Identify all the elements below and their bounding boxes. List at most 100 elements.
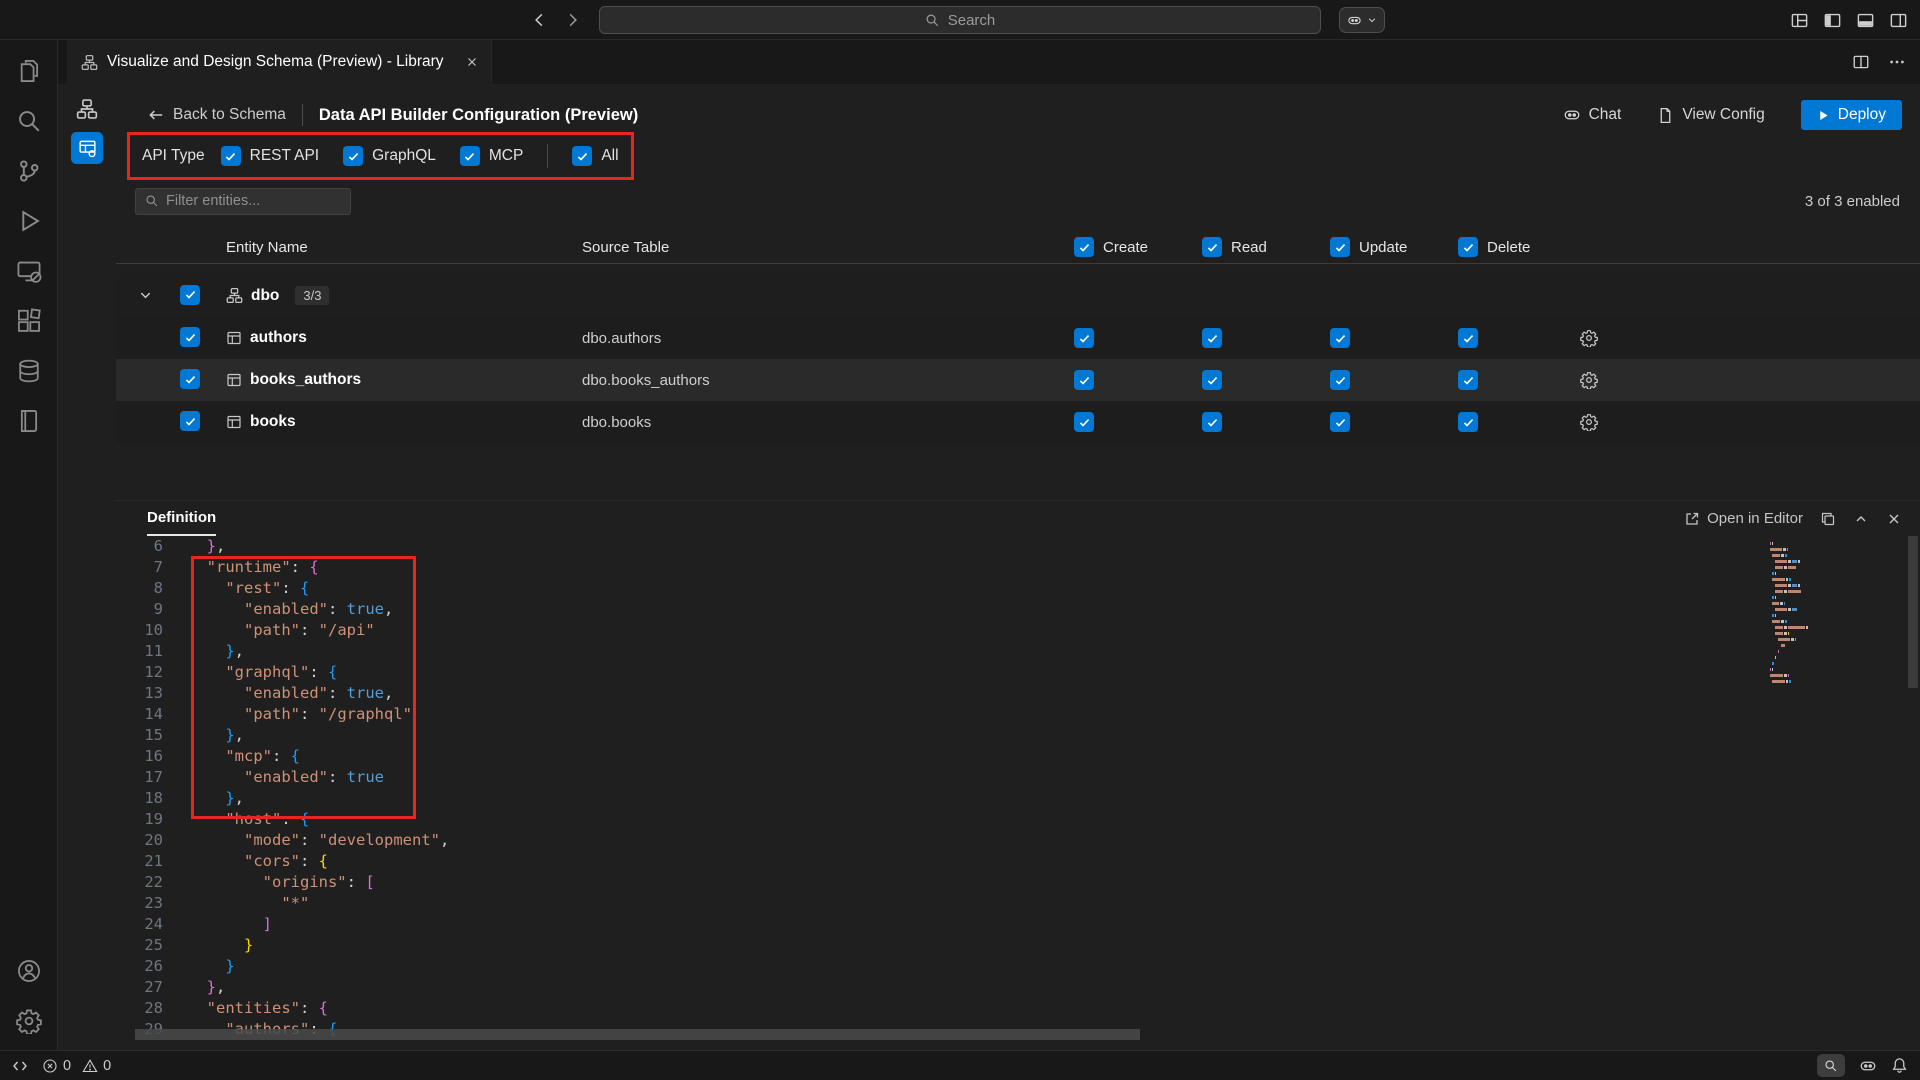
code-line[interactable]: 21 "cors": {: [116, 851, 1920, 872]
code-line[interactable]: 27 },: [116, 977, 1920, 998]
remote-indicator-icon[interactable]: [12, 1058, 28, 1074]
view-config-button[interactable]: View Config: [1657, 106, 1764, 124]
code-line[interactable]: 13 "enabled": true,: [116, 683, 1920, 704]
minimap[interactable]: [1766, 542, 1896, 686]
code-line[interactable]: 10 "path": "/api": [116, 620, 1920, 641]
dab-config-nav-active[interactable]: [71, 132, 103, 164]
back-to-schema-button[interactable]: Back to Schema: [147, 106, 286, 124]
code-line[interactable]: 23 "*": [116, 893, 1920, 914]
api-type-option[interactable]: GraphQL: [343, 146, 436, 166]
copilot-menu-button[interactable]: [1339, 7, 1385, 33]
perm-checkbox[interactable]: [1202, 370, 1222, 390]
open-in-editor-button[interactable]: Open in Editor: [1684, 510, 1803, 527]
row-settings-gear-icon[interactable]: [1568, 329, 1920, 347]
code-line[interactable]: 17 "enabled": true: [116, 767, 1920, 788]
schema-visualize-nav-icon[interactable]: [76, 98, 98, 120]
code-line[interactable]: 28 "entities": {: [116, 998, 1920, 1019]
perm-checkbox[interactable]: [1330, 328, 1350, 348]
perm-checkbox[interactable]: [1458, 412, 1478, 432]
group-checkbox[interactable]: [180, 285, 200, 305]
perm-header-checkbox[interactable]: [1202, 237, 1222, 257]
perm-header-checkbox[interactable]: [1074, 237, 1094, 257]
tab-visualize-schema[interactable]: Visualize and Design Schema (Preview) - …: [67, 40, 492, 84]
more-actions-icon[interactable]: [1888, 53, 1906, 71]
deploy-button[interactable]: Deploy: [1801, 100, 1902, 130]
code-line[interactable]: 18 },: [116, 788, 1920, 809]
code-line[interactable]: 15 },: [116, 725, 1920, 746]
row-settings-gear-icon[interactable]: [1568, 413, 1920, 431]
toggle-sidebar-right-icon[interactable]: [1889, 11, 1908, 30]
code-line[interactable]: 9 "enabled": true,: [116, 599, 1920, 620]
split-editor-icon[interactable]: [1852, 53, 1870, 71]
api-type-checkbox[interactable]: [572, 146, 592, 166]
database-icon[interactable]: [5, 346, 53, 396]
api-type-checkbox[interactable]: [460, 146, 480, 166]
accounts-icon[interactable]: [5, 946, 53, 996]
collapse-panel-icon[interactable]: [1853, 511, 1869, 527]
row-settings-gear-icon[interactable]: [1568, 371, 1920, 389]
settings-gear-icon[interactable]: [5, 996, 53, 1046]
toggle-panel-icon[interactable]: [1856, 11, 1875, 30]
code-line[interactable]: 20 "mode": "development",: [116, 830, 1920, 851]
entity-checkbox[interactable]: [180, 327, 200, 347]
code-line[interactable]: 25 }: [116, 935, 1920, 956]
zoom-status-button[interactable]: [1817, 1054, 1845, 1077]
extensions-icon[interactable]: [5, 296, 53, 346]
perm-checkbox[interactable]: [1458, 328, 1478, 348]
perm-checkbox[interactable]: [1074, 328, 1094, 348]
code-line[interactable]: 12 "graphql": {: [116, 662, 1920, 683]
perm-checkbox[interactable]: [1202, 328, 1222, 348]
notifications-bell-icon[interactable]: [1891, 1057, 1908, 1074]
copy-icon[interactable]: [1820, 511, 1836, 527]
entity-checkbox[interactable]: [180, 369, 200, 389]
search-view-icon[interactable]: [5, 96, 53, 146]
customize-layout-icon[interactable]: [1790, 11, 1809, 30]
code-line[interactable]: 16 "mcp": {: [116, 746, 1920, 767]
perm-checkbox[interactable]: [1458, 370, 1478, 390]
perm-checkbox[interactable]: [1074, 370, 1094, 390]
perm-checkbox[interactable]: [1074, 412, 1094, 432]
api-type-checkbox[interactable]: [221, 146, 241, 166]
run-debug-icon[interactable]: [5, 196, 53, 246]
code-line[interactable]: 22 "origins": [: [116, 872, 1920, 893]
back-icon[interactable]: [530, 11, 548, 29]
code-line[interactable]: 8 "rest": {: [116, 578, 1920, 599]
chat-button[interactable]: Chat: [1563, 106, 1622, 124]
problems-indicator[interactable]: 0 0: [42, 1058, 111, 1074]
perm-header-checkbox[interactable]: [1330, 237, 1350, 257]
code-line[interactable]: 6 },: [116, 536, 1920, 557]
remote-explorer-icon[interactable]: [5, 246, 53, 296]
code-line[interactable]: 14 "path": "/graphql": [116, 704, 1920, 725]
copilot-status-icon[interactable]: [1859, 1057, 1877, 1075]
entity-row[interactable]: booksdbo.books: [116, 401, 1920, 443]
perm-checkbox[interactable]: [1330, 370, 1350, 390]
code-line[interactable]: 11 },: [116, 641, 1920, 662]
group-expand-chevron-icon[interactable]: [116, 288, 180, 303]
entity-checkbox[interactable]: [180, 411, 200, 431]
entity-row[interactable]: authorsdbo.authors: [116, 317, 1920, 359]
code-line[interactable]: 24 ]: [116, 914, 1920, 935]
api-type-option[interactable]: All: [572, 146, 618, 166]
explorer-icon[interactable]: [5, 46, 53, 96]
code-line[interactable]: 26 }: [116, 956, 1920, 977]
search-input[interactable]: Search: [599, 6, 1321, 34]
source-control-icon[interactable]: [5, 146, 53, 196]
tab-close-icon[interactable]: [465, 55, 479, 69]
toggle-sidebar-left-icon[interactable]: [1823, 11, 1842, 30]
filter-entities-input[interactable]: [166, 193, 353, 209]
vertical-scrollbar[interactable]: [1908, 536, 1918, 688]
perm-header-checkbox[interactable]: [1458, 237, 1478, 257]
api-type-option[interactable]: MCP: [460, 146, 523, 166]
filter-entities-box[interactable]: [135, 188, 351, 215]
code-line[interactable]: 19 "host": {: [116, 809, 1920, 830]
perm-checkbox[interactable]: [1202, 412, 1222, 432]
definition-editor[interactable]: 6 },7 "runtime": {8 "rest": {9 "enabled"…: [116, 536, 1920, 1050]
perm-checkbox[interactable]: [1330, 412, 1350, 432]
database-projects-icon[interactable]: [5, 396, 53, 446]
api-type-checkbox[interactable]: [343, 146, 363, 166]
horizontal-scrollbar[interactable]: [135, 1029, 1140, 1040]
definition-tab[interactable]: Definition: [147, 501, 216, 536]
code-line[interactable]: 7 "runtime": {: [116, 557, 1920, 578]
entity-row[interactable]: books_authorsdbo.books_authors: [116, 359, 1920, 401]
api-type-option[interactable]: REST API: [221, 146, 320, 166]
